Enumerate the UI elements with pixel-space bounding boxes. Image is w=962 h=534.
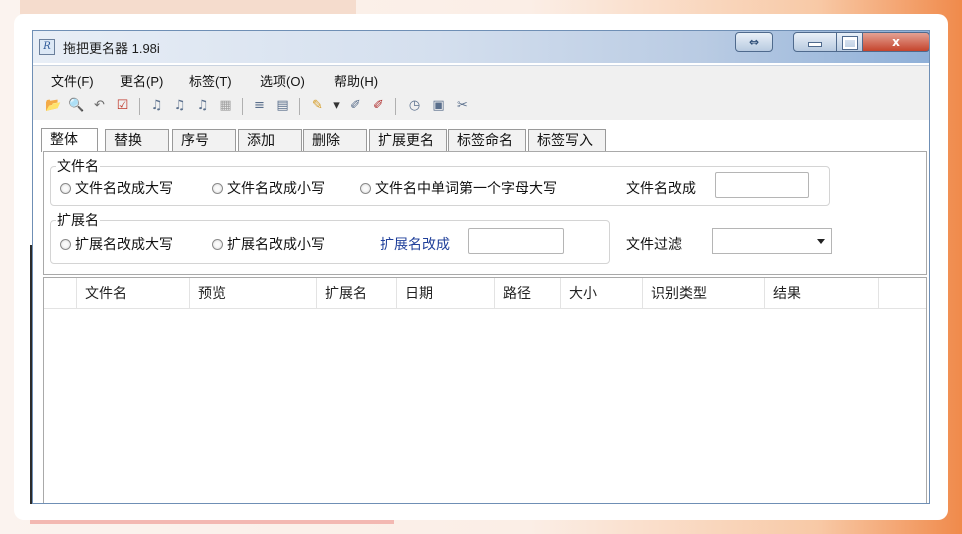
- music-note-icon-3[interactable]: ♫: [194, 97, 211, 114]
- checkbox-icon[interactable]: ☑: [114, 97, 131, 114]
- toolbar-separator: [139, 98, 140, 115]
- filename-rename-label: 文件名改成: [626, 180, 696, 196]
- column-header-filename[interactable]: 文件名: [77, 278, 190, 308]
- column-header-preview[interactable]: 预览: [190, 278, 317, 308]
- pen-icon[interactable]: ✎: [309, 97, 326, 114]
- menu-bar: 文件(F) 更名(P) 标签(T) 选项(O) 帮助(H): [33, 65, 929, 93]
- toolbar-separator: [395, 98, 396, 115]
- minimize-icon: [808, 42, 822, 47]
- app-window: R 拖把更名器 1.98i ⇔ x 文件(F) 更名(P) 标签(T) 选项(O…: [32, 30, 930, 504]
- list-icon[interactable]: ≡: [251, 97, 268, 114]
- search-icon[interactable]: 🔍: [68, 97, 85, 114]
- extension-group-label: 扩展名: [56, 210, 100, 230]
- extension-rename-input[interactable]: [468, 228, 564, 254]
- tab-tag-write[interactable]: 标签写入: [528, 129, 606, 151]
- radio-circle-icon: [212, 239, 223, 250]
- file-filter-dropdown[interactable]: [712, 228, 832, 254]
- tab-tag-naming[interactable]: 标签命名: [448, 129, 526, 151]
- resize-button[interactable]: ⇔: [735, 32, 773, 52]
- tab-panel-overall: 文件名 文件名改成大写 文件名改成小写 文件名中单词第一个字母大写 文件名改成 …: [43, 151, 927, 275]
- tab-delete[interactable]: 删除: [303, 129, 367, 151]
- background-strip: [20, 0, 356, 14]
- clock-icon[interactable]: ◷: [406, 97, 423, 114]
- column-header-result[interactable]: 结果: [765, 278, 879, 308]
- file-filter-label: 文件过滤: [626, 236, 682, 252]
- radio-circle-icon: [60, 239, 71, 250]
- tag-icon[interactable]: ✐: [347, 97, 364, 114]
- tag-delete-icon[interactable]: ✐: [370, 97, 387, 114]
- radio-filename-lowercase[interactable]: 文件名改成小写: [212, 178, 325, 198]
- menu-rename[interactable]: 更名(P): [120, 71, 163, 90]
- disabled-icon: ▦: [219, 98, 232, 113]
- menu-help[interactable]: 帮助(H): [334, 71, 378, 90]
- file-list[interactable]: 文件名 预览 扩展名 日期 路径 大小 识别类型 结果: [43, 277, 927, 503]
- filename-rename-input[interactable]: [715, 172, 809, 198]
- chevron-down-icon: [817, 239, 825, 244]
- radio-filename-capitalize-words[interactable]: 文件名中单词第一个字母大写: [360, 178, 557, 198]
- file-list-header: 文件名 预览 扩展名 日期 路径 大小 识别类型 结果: [44, 278, 926, 309]
- document-icon[interactable]: ▤: [274, 97, 291, 114]
- filename-group-label: 文件名: [56, 156, 100, 176]
- menu-options[interactable]: 选项(O): [260, 71, 305, 90]
- minimize-button[interactable]: [793, 32, 837, 52]
- title-bar[interactable]: R 拖把更名器 1.98i ⇔ x: [33, 31, 929, 63]
- undo-icon[interactable]: ↶: [91, 97, 108, 114]
- tab-overall[interactable]: 整体: [41, 128, 98, 152]
- column-header-size[interactable]: 大小: [561, 278, 643, 308]
- menu-tag[interactable]: 标签(T): [189, 71, 232, 90]
- music-note-icon-2[interactable]: ♫: [171, 97, 188, 114]
- toolbar: 📂 🔍 ↶ ☑ ♫ ♫ ♫ ▦ ≡ ▤ ✎ ▾ ✐ ✐ ◷ ▣ ✂: [33, 92, 929, 120]
- document-app-icon: R: [39, 39, 55, 55]
- window-title: 拖把更名器 1.98i: [63, 41, 160, 56]
- column-header-extension[interactable]: 扩展名: [317, 278, 397, 308]
- tab-add[interactable]: 添加: [238, 129, 302, 151]
- radio-circle-icon: [360, 183, 371, 194]
- toolbar-separator: [242, 98, 243, 115]
- media-icon[interactable]: ▣: [430, 97, 447, 114]
- dropdown-arrow-icon[interactable]: ▾: [328, 97, 345, 114]
- radio-extension-uppercase[interactable]: 扩展名改成大写: [60, 234, 173, 254]
- toolbar-separator: [299, 98, 300, 115]
- column-header-checkbox[interactable]: [44, 278, 77, 308]
- column-header-date[interactable]: 日期: [397, 278, 495, 308]
- window-left-edge: [30, 245, 32, 504]
- tools-icon[interactable]: ✂: [454, 97, 471, 114]
- column-header-path[interactable]: 路径: [495, 278, 561, 308]
- tab-extension-rename[interactable]: 扩展更名: [369, 129, 447, 151]
- radio-extension-lowercase[interactable]: 扩展名改成小写: [212, 234, 325, 254]
- tab-sequence[interactable]: 序号: [172, 129, 236, 151]
- maximize-icon: [841, 36, 858, 50]
- tab-replace[interactable]: 替换: [105, 129, 169, 151]
- column-header-detected-type[interactable]: 识别类型: [643, 278, 765, 308]
- radio-circle-icon: [60, 183, 71, 194]
- radio-circle-icon: [212, 183, 223, 194]
- radio-filename-uppercase[interactable]: 文件名改成大写: [60, 178, 173, 198]
- menu-file[interactable]: 文件(F): [51, 71, 94, 90]
- music-note-icon-1[interactable]: ♫: [148, 97, 165, 114]
- background-accent-line: [30, 520, 394, 524]
- close-button[interactable]: x: [862, 32, 929, 52]
- open-folder-icon[interactable]: 📂: [45, 97, 62, 114]
- maximize-button[interactable]: [836, 32, 863, 52]
- extension-rename-label: 扩展名改成: [380, 236, 450, 252]
